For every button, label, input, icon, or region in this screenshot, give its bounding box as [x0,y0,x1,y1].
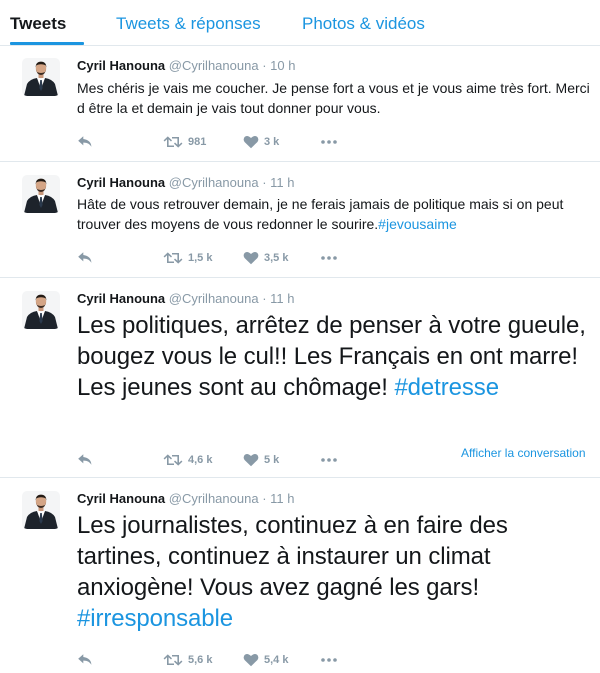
like-button[interactable]: 3,5 k [243,250,288,266]
author-name[interactable]: Cyril Hanouna [77,291,165,306]
reply-icon [78,136,92,147]
tweet-text: Les politiques, arrêtez de penser à votr… [77,310,597,403]
more-dots-icon [321,458,337,462]
reply-button[interactable] [77,452,93,468]
reply-icon [78,252,92,263]
retweet-button[interactable]: 4,6 k [163,452,212,468]
tweet-actions: 981 3 k [77,134,377,150]
author-handle[interactable]: @Cyrilhanouna [169,491,259,506]
separator-dot: · [262,291,267,306]
like-button[interactable]: 3 k [243,134,279,150]
tweet-time[interactable]: 10 h [270,58,295,73]
retweet-button[interactable]: 5,6 k [163,652,212,668]
tweet-time[interactable]: 11 h [270,291,294,306]
retweet-icon [163,654,183,666]
tweet-item[interactable]: Cyril Hanouna @Cyrilhanouna · 11 h Les p… [0,278,600,478]
active-tab-indicator [10,42,84,45]
avatar[interactable] [22,175,60,213]
retweet-button[interactable]: 981 [163,134,206,150]
like-count: 5,4 k [264,654,289,666]
tweet-time[interactable]: 11 h [270,175,294,190]
avatar[interactable] [22,491,60,529]
reply-icon [78,454,92,465]
separator-dot: · [262,491,267,506]
tweet-body: Mes chéris je vais me coucher. Je pense … [77,80,590,116]
tweet-header: Cyril Hanouna @Cyrilhanouna · 10 h [77,58,295,74]
author-name[interactable]: Cyril Hanouna [77,175,165,190]
tab-tweets[interactable]: Tweets [10,14,66,34]
avatar[interactable] [22,58,60,96]
retweet-icon [163,454,183,466]
retweet-count: 5,6 k [188,654,213,666]
tab-tweets-replies[interactable]: Tweets & réponses [116,14,261,34]
heart-icon [243,136,259,149]
tweet-actions: 4,6 k 5 k [77,452,377,468]
avatar[interactable] [22,291,60,329]
reply-icon [78,654,92,665]
tweet-body: Les politiques, arrêtez de penser à votr… [77,312,586,401]
retweet-icon [163,252,183,264]
retweet-count: 1,5 k [188,252,213,264]
hashtag-link[interactable]: #jevousaime [378,216,457,232]
tweet-item[interactable]: Cyril Hanouna @Cyrilhanouna · 11 h Les j… [0,478,600,673]
tweet-body: Hâte de vous retrouver demain, je ne fer… [77,196,564,232]
tweet-text: Hâte de vous retrouver demain, je ne fer… [77,194,597,234]
heart-icon [243,252,259,265]
tweet-item[interactable]: Cyril Hanouna @Cyrilhanouna · 11 h Hâte … [0,162,600,278]
more-button[interactable] [321,452,337,468]
tweet-item[interactable]: Cyril Hanouna @Cyrilhanouna · 10 h Mes c… [0,46,600,162]
reply-button[interactable] [77,250,93,266]
more-button[interactable] [321,134,337,150]
author-name[interactable]: Cyril Hanouna [77,58,165,73]
author-name[interactable]: Cyril Hanouna [77,491,165,506]
like-count: 3,5 k [264,252,289,264]
more-button[interactable] [321,652,337,668]
author-handle[interactable]: @Cyrilhanouna [169,175,259,190]
hashtag-link[interactable]: #detresse [394,374,499,401]
like-button[interactable]: 5,4 k [243,652,288,668]
more-button[interactable] [321,250,337,266]
more-dots-icon [321,256,337,260]
separator-dot: · [262,58,267,73]
tweet-header: Cyril Hanouna @Cyrilhanouna · 11 h [77,491,295,507]
profile-tabs: Tweets Tweets & réponses Photos & vidéos [0,0,600,46]
heart-icon [243,454,259,467]
tweet-header: Cyril Hanouna @Cyrilhanouna · 11 h [77,291,295,307]
retweet-count: 981 [188,136,207,148]
tweet-actions: 1,5 k 3,5 k [77,250,377,266]
tweet-body: Les journalistes, continuez à en faire d… [77,512,508,601]
author-handle[interactable]: @Cyrilhanouna [169,58,259,73]
reply-button[interactable] [77,652,93,668]
tab-photos-videos[interactable]: Photos & vidéos [302,14,425,34]
tweet-text: Mes chéris je vais me coucher. Je pense … [77,78,597,118]
author-handle[interactable]: @Cyrilhanouna [169,291,259,306]
retweet-button[interactable]: 1,5 k [163,250,212,266]
tweet-text: Les journalistes, continuez à en faire d… [77,510,597,634]
retweet-icon [163,136,183,148]
show-conversation-link[interactable]: Afficher la conversation [461,446,586,460]
hashtag-link[interactable]: #irresponsable [77,605,233,632]
tweet-actions: 5,6 k 5,4 k [77,652,377,668]
more-dots-icon [321,658,337,662]
reply-button[interactable] [77,134,93,150]
heart-icon [243,654,259,667]
like-button[interactable]: 5 k [243,452,279,468]
more-dots-icon [321,140,337,144]
like-count: 3 k [264,136,280,148]
retweet-count: 4,6 k [188,454,213,466]
like-count: 5 k [264,454,280,466]
tweet-time[interactable]: 11 h [270,491,294,506]
tweet-header: Cyril Hanouna @Cyrilhanouna · 11 h [77,175,295,191]
separator-dot: · [262,175,267,190]
